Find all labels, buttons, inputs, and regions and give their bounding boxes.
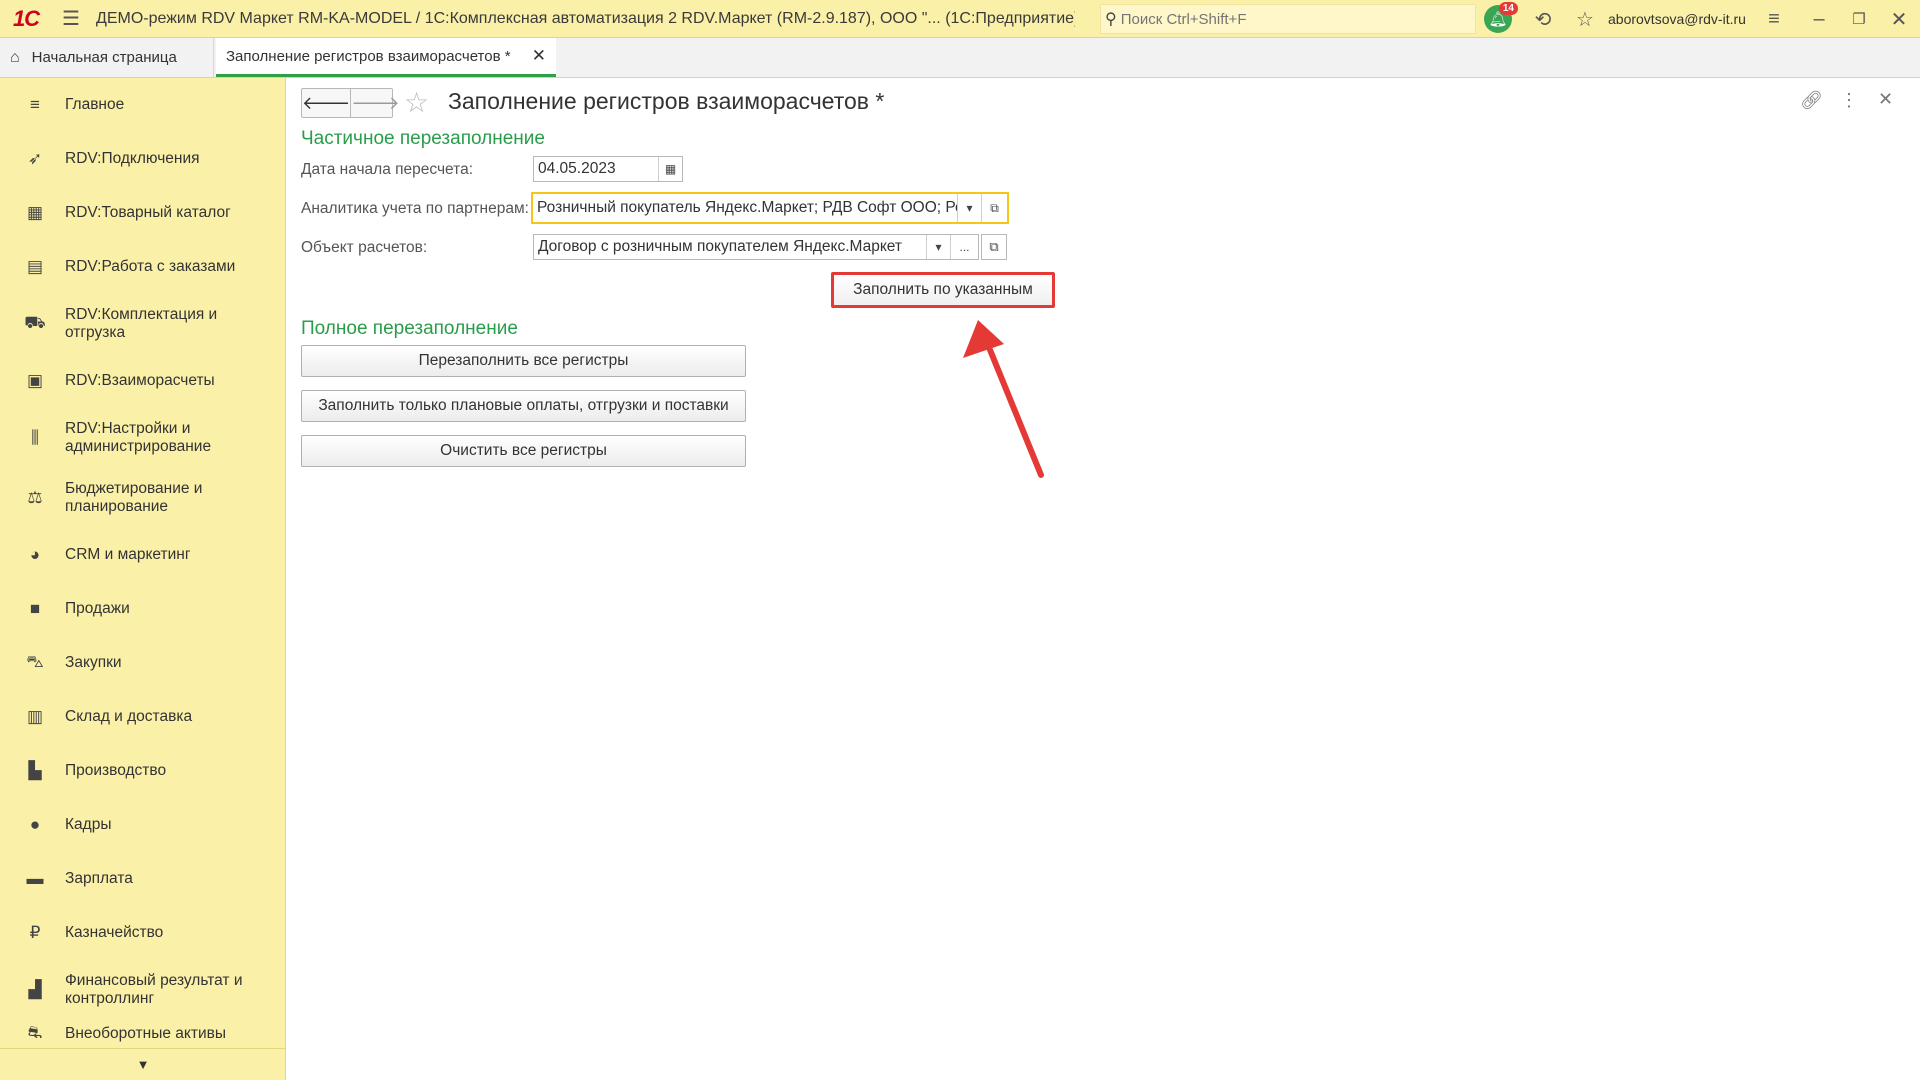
annotation-arrow	[963, 320, 1044, 478]
app-title: ДЕМО-режим RDV Маркет RM-KA-MODEL / 1С:К…	[96, 9, 1075, 27]
tab-home-label: Начальная страница	[31, 49, 177, 66]
tab-bar: ⌂ Начальная страница Заполнение регистро…	[0, 38, 1920, 78]
sidebar-item-label: Закупки	[65, 654, 122, 671]
sidebar-item-label: RDV:Взаиморасчеты	[65, 372, 215, 389]
form-area: 🡐 🡒 ☆ Заполнение регистров взаиморасчето…	[286, 78, 1920, 1080]
tab-home[interactable]: ⌂ Начальная страница	[0, 38, 214, 77]
home-icon: ⌂	[10, 48, 20, 66]
sidebar-item-warehouse[interactable]: ▥ Склад и доставка	[0, 690, 285, 744]
close-window-icon[interactable]: ✕	[1880, 0, 1918, 38]
sidebar-item-orders[interactable]: ▤ RDV:Работа с заказами	[0, 240, 285, 294]
sidebar-item-settlements[interactable]: ▣ RDV:Взаиморасчеты	[0, 354, 285, 408]
bag-icon: ■	[29, 599, 41, 618]
sidebar-item-label: Финансовый результат и контроллинг	[65, 972, 243, 1007]
close-tab-icon[interactable]: ✕	[532, 46, 546, 66]
sidebar-item-catalog[interactable]: ▦ RDV:Товарный каталог	[0, 186, 285, 240]
hand-truck-icon: ⛟	[24, 313, 46, 332]
sidebar-item-picking[interactable]: ⛟ RDV:Комплектация и отгрузка	[0, 294, 285, 354]
sidebar-item-label: RDV:Комплектация и отгрузка	[65, 306, 218, 341]
minimize-icon[interactable]: –	[1800, 0, 1838, 38]
close-form-icon[interactable]: ✕	[1878, 89, 1893, 110]
sidebar-item-sales[interactable]: ■ Продажи	[0, 582, 285, 636]
tab-active-label: Заполнение регистров взаиморасчетов *	[226, 47, 511, 65]
sidebar-item-label: Главное	[65, 96, 125, 113]
person-icon: ●	[29, 815, 41, 834]
title-bar: 1С ☰ ДЕМО-режим RDV Маркет RM-KA-MODEL /…	[0, 0, 1920, 38]
more-actions-icon[interactable]: ⋮	[1840, 90, 1858, 111]
cart-icon: ⛍	[26, 652, 44, 671]
grid-icon: ▦	[26, 203, 44, 222]
sidebar-item-label: Зарплата	[65, 870, 133, 887]
sidebar-item-label: Кадры	[65, 816, 112, 833]
restore-window-icon[interactable]: ❐	[1840, 0, 1878, 38]
sidebar-item-production[interactable]: ▙ Производство	[0, 744, 285, 798]
settings-menu-icon[interactable]: ≡	[1755, 0, 1793, 38]
factory-icon: ▙	[28, 761, 42, 780]
sidebar-item-label: Внеоборотные активы	[65, 1025, 226, 1042]
ruble-icon: ₽	[29, 923, 41, 942]
wallet-icon: ▬	[26, 869, 44, 888]
link-icon[interactable]: 🔗︎	[1800, 90, 1823, 111]
tab-fill-registers[interactable]: Заполнение регистров взаиморасчетов * ✕	[216, 38, 556, 77]
notification-count-badge: 14	[1498, 2, 1518, 15]
sidebar-item-salary[interactable]: ▬ Зарплата	[0, 852, 285, 906]
warehouse-icon: ▥	[26, 707, 44, 726]
sidebar-item-label: Бюджетирование и планирование	[65, 480, 203, 515]
sections-sidebar: ≡ Главное ➶ RDV:Подключения ▦ RDV:Товарн…	[0, 78, 286, 1080]
calculator-icon: ▣	[26, 371, 44, 390]
sidebar-item-label: RDV:Подключения	[65, 150, 200, 167]
menu-icon: ≡	[30, 95, 40, 114]
budget-icon: ⚖	[27, 488, 43, 507]
history-icon[interactable]: ⟲	[1524, 0, 1562, 38]
sidebar-item-label: Склад и доставка	[65, 708, 193, 725]
sidebar-item-label: RDV:Товарный каталог	[65, 204, 231, 221]
sidebar-item-label: Казначейство	[65, 924, 164, 941]
sidebar-item-fixed-assets[interactable]: ⛐ Внеоборотные активы	[0, 1020, 285, 1048]
rocket-icon: ➶	[27, 149, 43, 168]
sidebar-item-label: CRM и маркетинг	[65, 546, 191, 563]
car-icon: ⛐	[27, 1023, 43, 1042]
sidebar-item-label: Продажи	[65, 600, 130, 617]
user-name[interactable]: aborovtsova@rdv-it.ru	[1608, 0, 1746, 38]
sidebar-item-crm[interactable]: ◕ CRM и маркетинг	[0, 528, 285, 582]
sidebar-item-label: RDV:Настройки и администрирование	[65, 420, 212, 455]
hamburger-menu-icon[interactable]: ☰	[52, 0, 90, 38]
favorites-star-icon[interactable]: ☆	[1566, 0, 1604, 38]
global-search[interactable]: ⚲	[1100, 4, 1476, 34]
sliders-icon: ⫼	[31, 428, 39, 447]
sidebar-item-main[interactable]: ≡ Главное	[0, 78, 285, 132]
pie-chart-icon: ◕	[29, 545, 41, 564]
sidebar-item-purchases[interactable]: ⛍ Закупки	[0, 636, 285, 690]
search-icon: ⚲	[1105, 11, 1117, 28]
sidebar-item-connections[interactable]: ➶ RDV:Подключения	[0, 132, 285, 186]
sidebar-scroll-down-button[interactable]: ▼	[0, 1048, 285, 1080]
sidebar-item-administration[interactable]: ⫼ RDV:Настройки и администрирование	[0, 408, 285, 468]
sidebar-item-label: Производство	[65, 762, 167, 779]
search-input[interactable]	[1120, 10, 1451, 28]
bar-chart-icon: ▟	[28, 980, 42, 999]
notifications-button[interactable]: 🔔︎ 14	[1482, 2, 1518, 34]
sidebar-item-financial-result[interactable]: ▟ Финансовый результат и контроллинг	[0, 960, 285, 1020]
clipboard-icon: ▤	[26, 257, 44, 276]
sidebar-item-hr[interactable]: ● Кадры	[0, 798, 285, 852]
sidebar-item-label: RDV:Работа с заказами	[65, 258, 236, 275]
1c-logo: 1С	[12, 5, 40, 31]
sidebar-item-budgeting[interactable]: ⚖ Бюджетирование и планирование	[0, 468, 285, 528]
sidebar-item-treasury[interactable]: ₽ Казначейство	[0, 906, 285, 960]
